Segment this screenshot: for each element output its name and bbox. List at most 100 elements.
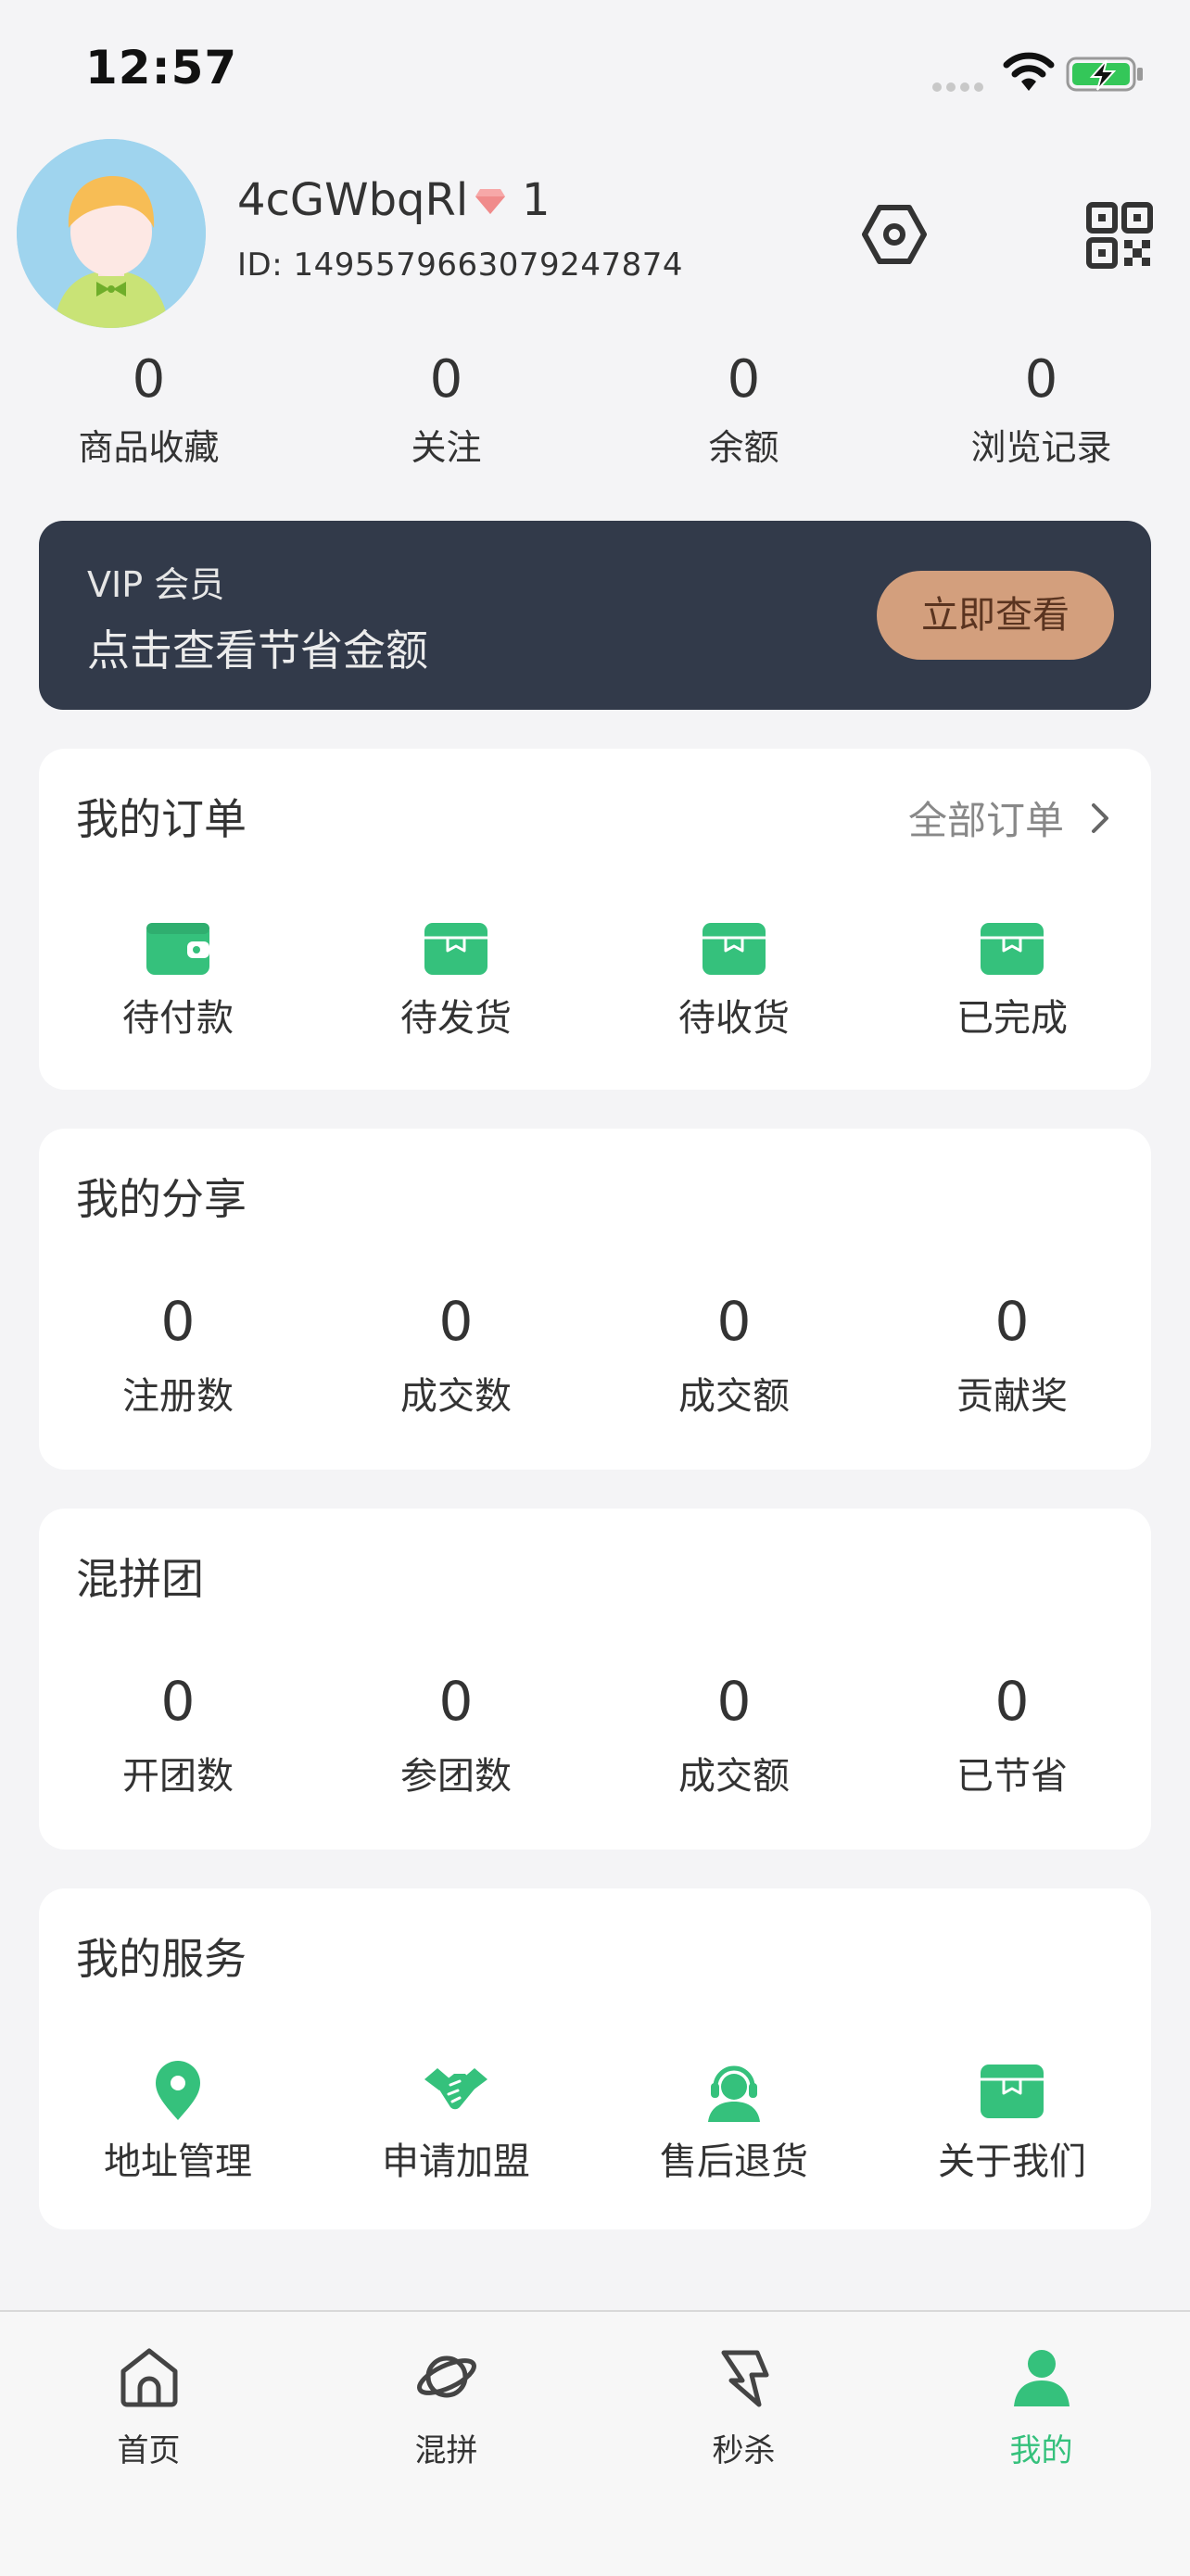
share-value: 0 — [716, 1290, 752, 1353]
order-status-label: 待付款 — [122, 997, 234, 1040]
group-label: 成交额 — [678, 1755, 790, 1798]
vip-title: VIP 会员 — [87, 564, 225, 605]
tab-label: 我的 — [1009, 2432, 1073, 2469]
share-stat[interactable]: 0 注册数 — [39, 1286, 317, 1420]
order-pending-shipment[interactable]: 待发货 — [317, 919, 595, 1042]
share-label: 成交额 — [678, 1375, 790, 1418]
wifi-icon — [1003, 52, 1055, 91]
share-stat[interactable]: 0 成交数 — [317, 1286, 595, 1420]
stat-label: 关注 — [411, 427, 482, 468]
group-stat[interactable]: 0 开团数 — [39, 1666, 317, 1799]
diamond-icon — [475, 189, 505, 214]
tab-flash-sale[interactable]: 秒杀 — [595, 2312, 892, 2576]
order-completed[interactable]: 已完成 — [873, 919, 1151, 1042]
share-card: 我的分享 0 注册数 0 成交数 0 成交额 0 贡献奖 — [39, 1129, 1151, 1470]
service-about-us[interactable]: 关于我们 — [873, 2059, 1151, 2185]
vip-view-button[interactable]: 立即查看 — [877, 571, 1114, 660]
group-value: 0 — [438, 1670, 474, 1733]
group-label: 参团数 — [400, 1755, 512, 1798]
tab-mine[interactable]: 我的 — [892, 2312, 1190, 2576]
wallet-icon — [146, 923, 209, 975]
location-pin-icon — [156, 2061, 200, 2120]
user-level: 1 — [522, 174, 551, 226]
share-value: 0 — [994, 1290, 1030, 1353]
service-franchise[interactable]: 申请加盟 — [317, 2059, 595, 2185]
customer-service-icon — [708, 2065, 760, 2122]
services-title: 我的服务 — [76, 1934, 247, 1984]
stat-label: 余额 — [708, 427, 779, 468]
group-stat[interactable]: 0 参团数 — [317, 1666, 595, 1799]
stat-history[interactable]: 0 浏览记录 — [892, 343, 1190, 482]
box-icon — [981, 923, 1044, 975]
stat-following[interactable]: 0 关注 — [298, 343, 595, 482]
all-orders-link[interactable]: 全部订单 — [908, 789, 1110, 846]
group-grid: 0 开团数 0 参团数 0 成交额 0 已节省 — [39, 1666, 1151, 1799]
username: 4cGWbqRl — [237, 174, 469, 226]
order-pending-receipt[interactable]: 待收货 — [595, 919, 873, 1042]
planet-icon — [416, 2355, 476, 2398]
group-card: 混拼团 0 开团数 0 参团数 0 成交额 0 已节省 — [39, 1509, 1151, 1850]
stat-value: 0 — [727, 349, 761, 410]
all-orders-label: 全部订单 — [907, 798, 1064, 843]
battery-charging-icon — [1066, 57, 1143, 92]
tab-label: 混拼 — [414, 2432, 478, 2469]
share-label: 贡献奖 — [956, 1375, 1068, 1418]
group-label: 已节省 — [956, 1755, 1068, 1798]
tab-home[interactable]: 首页 — [0, 2312, 298, 2576]
orders-title: 我的订单 — [76, 794, 247, 844]
status-bar: 12:57 — [0, 0, 1190, 139]
services-grid: 地址管理 申请加盟 售后退货 关于我们 — [39, 2059, 1151, 2185]
group-value: 0 — [716, 1670, 752, 1733]
settings-icon[interactable] — [862, 202, 927, 267]
stat-value: 0 — [429, 349, 463, 410]
services-card: 我的服务 地址管理 申请加盟 售后退货 关于我们 — [39, 1888, 1151, 2229]
service-label: 关于我们 — [938, 2140, 1086, 2183]
vip-banner[interactable]: VIP 会员 点击查看节省金额 立即查看 — [39, 521, 1151, 710]
box-icon — [981, 2065, 1044, 2118]
orders-card: 我的订单 全部订单 待付款 待发货 待收货 已完成 — [39, 749, 1151, 1090]
flash-icon — [721, 2350, 768, 2407]
stat-label: 商品收藏 — [78, 427, 220, 468]
avatar-illustration — [17, 139, 206, 328]
group-title: 混拼团 — [76, 1554, 204, 1604]
group-stat[interactable]: 0 成交额 — [595, 1666, 873, 1799]
group-stat[interactable]: 0 已节省 — [873, 1666, 1151, 1799]
group-value: 0 — [160, 1670, 196, 1733]
box-icon — [703, 923, 766, 975]
service-after-sales[interactable]: 售后退货 — [595, 2059, 873, 2185]
stat-value: 0 — [1024, 349, 1058, 410]
user-id: ID: 1495579663079247874 — [237, 246, 683, 284]
share-label: 注册数 — [122, 1375, 234, 1418]
order-status-label: 待发货 — [400, 997, 512, 1040]
cellular-signal-icon — [932, 78, 988, 92]
order-status-label: 已完成 — [956, 997, 1068, 1040]
service-label: 地址管理 — [104, 2140, 252, 2183]
home-icon — [120, 2348, 177, 2407]
share-title: 我的分享 — [76, 1174, 247, 1224]
order-pending-payment[interactable]: 待付款 — [39, 919, 317, 1042]
chevron-right-icon — [1092, 802, 1108, 833]
share-grid: 0 注册数 0 成交数 0 成交额 0 贡献奖 — [39, 1286, 1151, 1420]
share-label: 成交数 — [400, 1375, 512, 1418]
group-label: 开团数 — [122, 1755, 234, 1798]
bottom-tab-bar: 首页 混拼 秒杀 我的 — [0, 2310, 1190, 2576]
status-time: 12:57 — [85, 41, 238, 95]
service-label: 售后退货 — [660, 2140, 808, 2183]
tab-label: 秒杀 — [712, 2432, 776, 2469]
service-address[interactable]: 地址管理 — [39, 2059, 317, 2185]
service-label: 申请加盟 — [382, 2140, 530, 2183]
user-icon — [1013, 2350, 1070, 2406]
handshake-icon — [424, 2068, 487, 2110]
stat-favorites[interactable]: 0 商品收藏 — [0, 343, 298, 482]
stats-row: 0 商品收藏 0 关注 0 余额 0 浏览记录 — [0, 343, 1190, 482]
stat-balance[interactable]: 0 余额 — [595, 343, 892, 482]
qr-code-icon[interactable] — [1086, 202, 1153, 269]
stat-value: 0 — [132, 349, 166, 410]
share-stat[interactable]: 0 贡献奖 — [873, 1286, 1151, 1420]
tab-mix[interactable]: 混拼 — [298, 2312, 595, 2576]
share-value: 0 — [160, 1290, 196, 1353]
share-stat[interactable]: 0 成交额 — [595, 1286, 873, 1420]
group-value: 0 — [994, 1670, 1030, 1733]
avatar[interactable] — [17, 139, 206, 328]
order-status-label: 待收货 — [678, 997, 790, 1040]
